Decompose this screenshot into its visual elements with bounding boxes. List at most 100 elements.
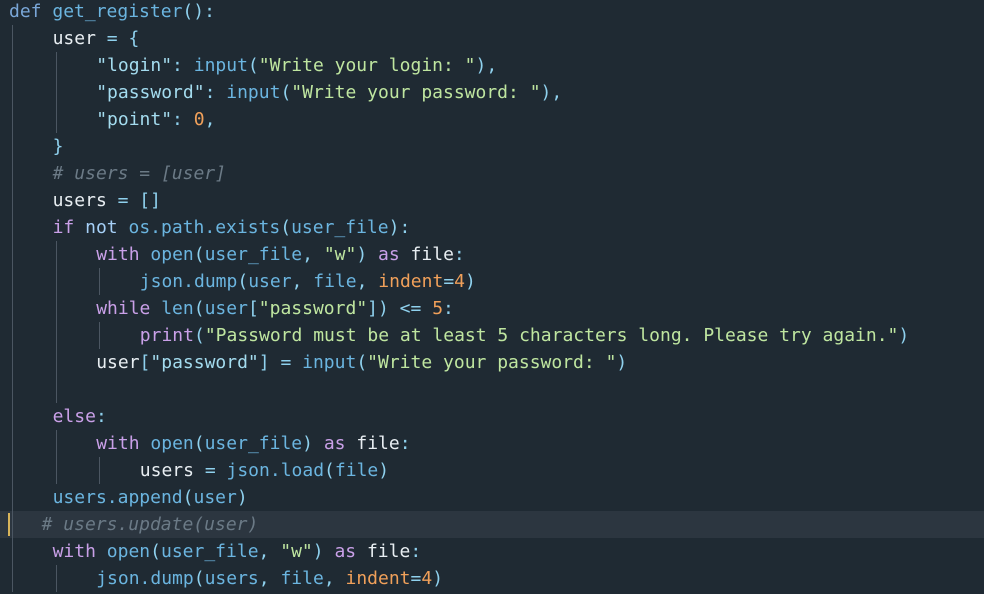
code-token: as [323,433,346,454]
code-token: file [280,568,324,589]
code-token: , [302,244,324,265]
code-token: ( [324,460,335,481]
code-token: ( [150,541,161,562]
code-token: as [334,541,357,562]
code-token: { [128,28,140,49]
code-line[interactable]: else: [0,403,984,430]
modified-line-marker [8,513,10,536]
indent-guide [99,457,101,484]
code-line[interactable]: "point": 0, [0,106,984,133]
code-line[interactable]: with open(user_file) as file: [0,430,984,457]
code-token: 0 [193,109,205,130]
code-token: "Write your password: " [367,352,617,373]
code-token: "Write your login: " [258,55,476,76]
code-token: 5 [432,298,444,319]
code-token: print [139,325,194,346]
code-text: json.dump(users, file, indent=4) [96,565,443,592]
code-token: ) [312,541,335,562]
code-line[interactable]: json.dump(user, file, indent=4) [0,268,984,295]
code-token: : [410,541,422,562]
code-editor[interactable]: def get_register(): user = {"login": inpu… [0,0,984,594]
code-token: get_register [52,1,183,22]
indent-guide [99,268,101,295]
code-token: indent [345,568,411,589]
code-token: file [345,433,400,454]
code-token: with [96,433,140,454]
code-line[interactable]: with open(user_file, "w") as file: [0,241,984,268]
code-line[interactable]: while len(user["password"]) <= 5: [0,295,984,322]
code-text: # users.update(user) [42,511,259,538]
code-token: while [96,298,151,319]
code-line[interactable]: users = [] [0,187,984,214]
code-token: , [323,568,346,589]
code-text: user["password"] = input("Write your pas… [96,349,627,376]
code-token: ( [193,568,205,589]
code-token: : [172,55,194,76]
code-line[interactable]: user = { [0,25,984,52]
code-token: (): [182,1,215,22]
code-token: user_file [204,244,303,265]
code-token: "w" [280,541,313,562]
code-token: load [280,460,325,481]
code-line[interactable]: users = json.load(file) [0,457,984,484]
code-text: "login": input("Write your login: "), [96,52,497,79]
code-line[interactable]: json.dump(users, file, indent=4) [0,565,984,592]
code-token: users [204,568,259,589]
code-line[interactable]: } [0,133,984,160]
code-token: open [150,244,194,265]
code-text: with open(user_file) as file: [96,430,410,457]
code-token: ( [280,217,292,238]
code-token: user [193,487,237,508]
code-text: "point": 0, [96,106,215,133]
code-token: , [258,541,281,562]
code-token: : [95,406,107,427]
code-token: append [117,487,183,508]
indent-guide [99,322,101,349]
code-line[interactable]: if not os.path.exists(user_file): [0,214,984,241]
code-token: ) [236,487,248,508]
code-text: else: [53,403,107,430]
code-line[interactable]: users.append(user) [0,484,984,511]
code-token: [ [247,298,259,319]
code-text: if not os.path.exists(user_file): [53,214,411,241]
code-line[interactable]: "login": input("Write your login: "), [0,52,984,79]
code-token: = [410,568,422,589]
code-token: ( [193,325,205,346]
code-line[interactable]: # users = [user] [0,160,984,187]
code-token: file [334,460,379,481]
code-token: ( [193,298,205,319]
code-token: ), [540,82,563,103]
code-line[interactable] [0,376,984,403]
code-token: users [52,190,107,211]
code-token: user [204,298,248,319]
code-token: open [150,433,194,454]
code-line[interactable]: print("Password must be at least 5 chara… [0,322,984,349]
code-line[interactable]: "password": input("Write your password: … [0,79,984,106]
code-token: else [52,406,96,427]
code-token: def [9,1,42,22]
code-token: exists [215,217,281,238]
code-token: ( [280,82,292,103]
code-token: # users.update(user) [41,514,259,535]
code-token: json. [139,271,194,292]
code-line[interactable]: with open(user_file, "w") as file: [0,538,984,565]
code-line[interactable]: user["password"] = input("Write your pas… [0,349,984,376]
indent-guide [55,430,57,484]
code-token: json. [96,568,151,589]
indent-guide [55,241,57,403]
code-line[interactable]: def get_register(): [0,0,984,25]
code-token: users [139,460,194,481]
code-token: ) [302,433,324,454]
code-token: = [193,460,227,481]
code-token: ) [898,325,910,346]
code-token: , [204,109,216,130]
indent-guide [55,52,57,133]
code-token: <= [399,298,422,319]
code-token: ) [356,244,379,265]
code-text: json.dump(user, file, indent=4) [140,268,476,295]
code-line-current[interactable]: # users.update(user) [0,511,984,538]
